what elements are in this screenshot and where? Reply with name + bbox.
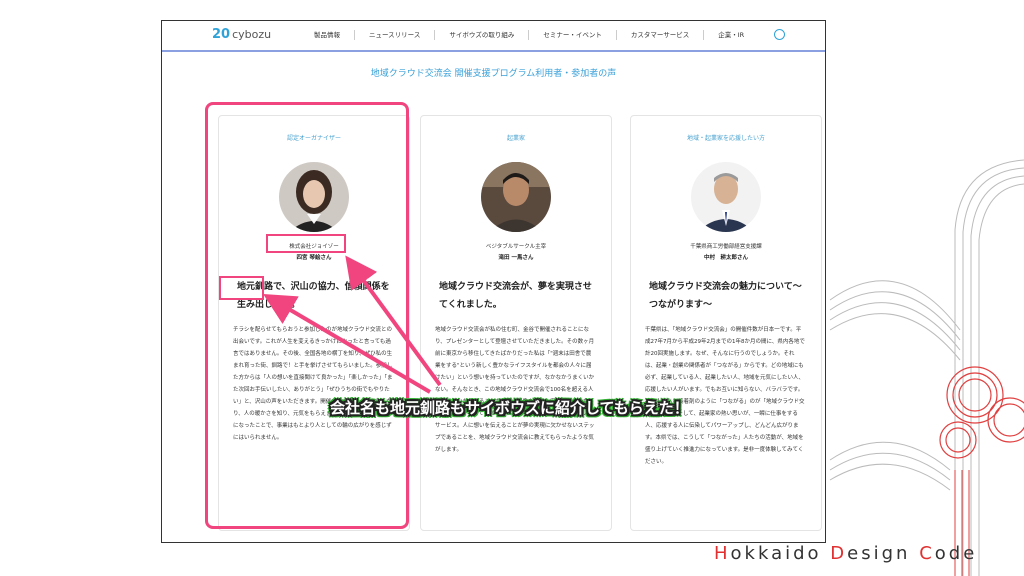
brand-footer: Hokkaido Design Code [714, 543, 977, 564]
brand-part3: ode [934, 543, 978, 564]
annotation-arrows [263, 255, 442, 394]
brand-part1: okkaido [730, 543, 831, 564]
callout-caption: 会社名も地元釧路もサイボウズに紹介してもらえた！ [330, 399, 689, 417]
brand-c: C [919, 543, 935, 564]
brand-d: D [830, 543, 848, 564]
brand-part2: esign [847, 543, 920, 564]
brand-h: H [714, 543, 731, 564]
